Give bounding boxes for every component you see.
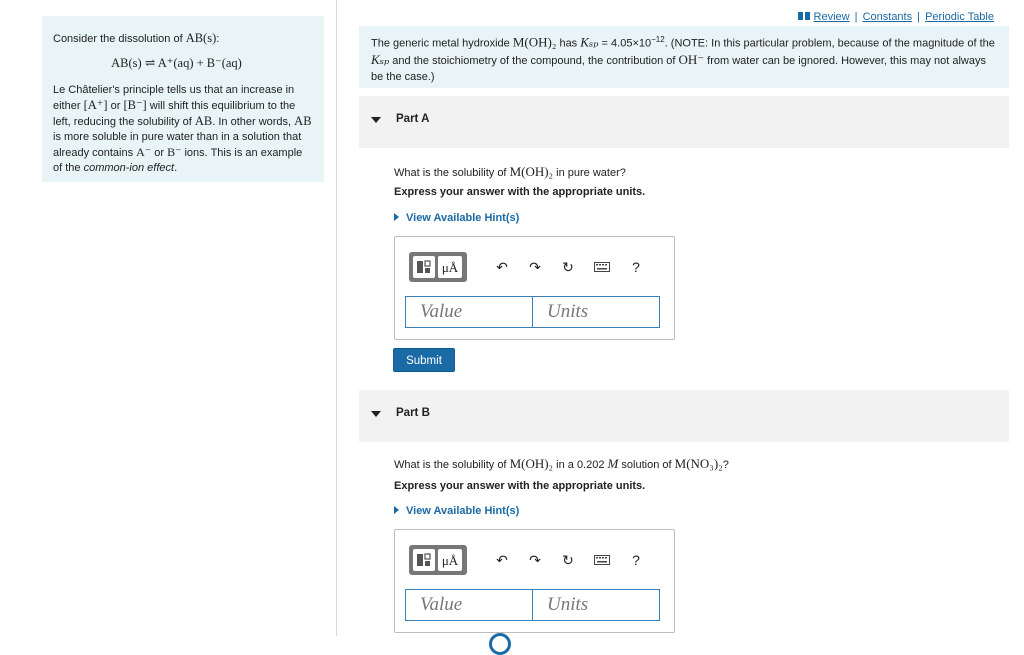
- units-icon[interactable]: μÅ: [438, 549, 462, 571]
- part-a-question: What is the solubility of M(OH)₂ in pure…: [394, 164, 626, 179]
- units-icon[interactable]: μÅ: [438, 256, 462, 278]
- part-b-header[interactable]: Part B: [359, 390, 1009, 442]
- part-b-units-input[interactable]: Units: [532, 589, 660, 621]
- redo-icon[interactable]: ↷: [526, 258, 544, 276]
- hint-arrow-icon: [394, 213, 399, 221]
- part-b-value-input[interactable]: Value: [405, 589, 533, 621]
- part-a-hints-toggle[interactable]: View Available Hint(s): [394, 212, 519, 224]
- undo-icon[interactable]: ↶: [493, 258, 511, 276]
- intro-paragraph: Le Châtelier's principle tells us that a…: [53, 84, 312, 174]
- part-b-hints-toggle[interactable]: View Available Hint(s): [394, 505, 519, 517]
- part-b-instruction: Express your answer with the appropriate…: [394, 480, 646, 492]
- reset-icon[interactable]: ↻: [559, 258, 577, 276]
- collapse-triangle-icon[interactable]: [371, 117, 381, 123]
- part-a-instruction: Express your answer with the appropriate…: [394, 186, 646, 198]
- toolbar-group: μÅ: [409, 252, 467, 282]
- collapse-triangle-icon[interactable]: [371, 411, 381, 417]
- part-a-label: Part A: [396, 113, 430, 125]
- feedback-spinner-icon: [489, 633, 511, 655]
- hint-arrow-icon: [394, 506, 399, 514]
- link-separator: |: [917, 11, 921, 23]
- part-a-submit-button[interactable]: Submit: [393, 348, 455, 372]
- help-icon[interactable]: ?: [627, 258, 645, 276]
- problem-statement: The generic metal hydroxide M(OH)₂ has K…: [359, 26, 1009, 88]
- periodic-table-link[interactable]: Periodic Table: [925, 11, 994, 23]
- top-links: Review | Constants | Periodic Table: [797, 11, 994, 23]
- part-b-label: Part B: [396, 407, 430, 419]
- template-icon[interactable]: [413, 549, 435, 571]
- toolbar-group: μÅ: [409, 545, 467, 575]
- link-separator: |: [854, 11, 858, 23]
- undo-icon[interactable]: ↶: [493, 551, 511, 569]
- reset-icon[interactable]: ↻: [559, 551, 577, 569]
- part-b-question: What is the solubility of M(OH)₂ in a 0.…: [394, 456, 729, 471]
- column-divider: [336, 0, 337, 636]
- review-link[interactable]: Review: [814, 11, 850, 23]
- part-b-answer-box: μÅ ↶ ↷ ↻ ? Value Units: [394, 529, 675, 633]
- part-a-header[interactable]: Part A: [359, 96, 1009, 148]
- dissolution-equation: AB(s) ⇌ A⁺(aq) + B⁻(aq): [111, 56, 242, 70]
- book-icon: [797, 12, 810, 21]
- part-a-answer-box: μÅ ↶ ↷ ↻ ? Value Units: [394, 236, 675, 340]
- help-icon[interactable]: ?: [627, 551, 645, 569]
- template-icon[interactable]: [413, 256, 435, 278]
- part-a-units-input[interactable]: Units: [532, 296, 660, 328]
- part-a-value-input[interactable]: Value: [405, 296, 533, 328]
- redo-icon[interactable]: ↷: [526, 551, 544, 569]
- keyboard-icon[interactable]: [593, 551, 611, 569]
- keyboard-icon[interactable]: [593, 258, 611, 276]
- intro-panel: Consider the dissolution of AB(s): AB(s)…: [42, 16, 324, 182]
- constants-link[interactable]: Constants: [863, 11, 913, 23]
- intro-line1: Consider the dissolution of AB(s):: [53, 31, 220, 45]
